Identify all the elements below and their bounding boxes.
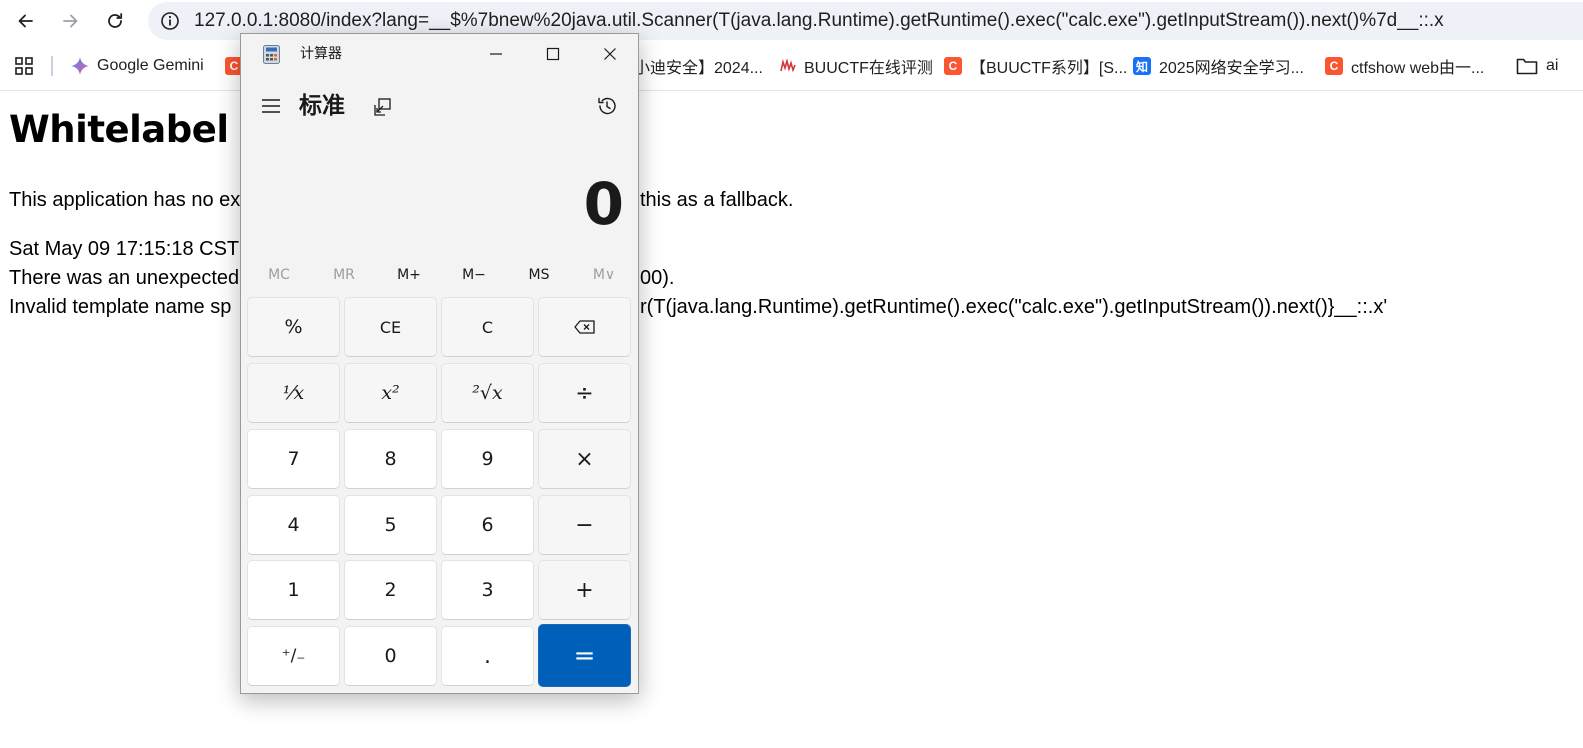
calculator-app-icon [263, 45, 280, 64]
add-button[interactable]: + [538, 560, 631, 620]
bookmark-label: BUUCTF在线评测 [804, 60, 933, 77]
close-icon [603, 48, 616, 60]
history-icon [598, 97, 616, 115]
bookmark-label: 2025网络安全学习... [1159, 60, 1304, 77]
clear-button[interactable]: C [441, 297, 534, 357]
calculator-window: 计算器 标准 0 MC MR M+ M− MS M∨ % CE C ⅟x x² … [240, 33, 639, 694]
backspace-button[interactable] [538, 297, 631, 357]
bookmark-ctfshow-web[interactable]: C ctfshow web由一... [1325, 54, 1484, 78]
forward-button[interactable] [56, 7, 84, 35]
apps-icon[interactable] [14, 54, 34, 78]
folder-icon [1516, 57, 1538, 75]
history-button[interactable] [593, 92, 621, 120]
page-text-line-4a: Invalid template name sp [9, 296, 232, 318]
page-text-line-3a: There was an unexpected [9, 267, 240, 289]
calculator-window-title: 计算器 [300, 46, 342, 62]
csdn-icon: C [944, 57, 962, 75]
reload-icon [108, 13, 123, 28]
bookmark-buuctf-series[interactable]: C 【BUUCTF系列】[S... [944, 54, 1127, 78]
maximize-button[interactable] [524, 34, 581, 74]
bookmark-buuctf[interactable]: BUUCTF在线评测 [780, 54, 933, 78]
memory-add-button[interactable]: M+ [377, 256, 441, 294]
percent-button[interactable]: % [247, 297, 340, 357]
close-button[interactable] [581, 34, 638, 74]
digit-4-button[interactable]: 4 [247, 495, 340, 555]
back-button[interactable] [12, 7, 40, 35]
gemini-icon [71, 57, 89, 75]
minimize-icon [489, 53, 502, 55]
digit-7-button[interactable]: 7 [247, 429, 340, 489]
page-text-line-1a: This application has no ex [9, 189, 241, 211]
hamburger-icon [262, 99, 280, 113]
decimal-button[interactable]: . [441, 626, 534, 686]
negate-button[interactable]: ⁺/₋ [247, 626, 340, 686]
bookmark-label: Google Gemini [97, 57, 204, 74]
arrow-left-icon [18, 14, 33, 28]
navigation-menu-button[interactable] [259, 94, 283, 118]
site-info-icon[interactable] [158, 9, 182, 33]
minimize-button[interactable] [467, 34, 524, 74]
bookmarks-bar: Google Gemini C 小迪安全】2024... BUUCTF在线评测 … [0, 42, 1583, 91]
backspace-icon [573, 320, 595, 334]
multiply-button[interactable]: × [538, 429, 631, 489]
bookmarks-separator [51, 56, 53, 76]
keep-on-top-button[interactable] [369, 94, 395, 120]
digit-6-button[interactable]: 6 [441, 495, 534, 555]
equals-button[interactable]: = [538, 624, 631, 687]
bookmark-folder-ai[interactable]: ai [1516, 54, 1558, 78]
memory-recall-button[interactable]: MR [312, 256, 376, 294]
page-content: Whitelabel E This application has no ex … [0, 91, 1583, 748]
digit-8-button[interactable]: 8 [344, 429, 437, 489]
bookmark-label: 小迪安全】2024... [634, 60, 763, 77]
memory-subtract-button[interactable]: M− [442, 256, 506, 294]
bookmark-network-security[interactable]: 知 2025网络安全学习... [1133, 54, 1304, 78]
page-timestamp: Sat May 09 17:15:18 CST 2 [9, 238, 256, 260]
csdn-icon: C [1325, 57, 1343, 75]
digit-9-button[interactable]: 9 [441, 429, 534, 489]
browser-toolbar: 127.0.0.1:8080/index?lang=__$%7bnew%20ja… [0, 0, 1583, 42]
memory-row: MC MR M+ M− MS M∨ [247, 256, 637, 294]
page-text-line-4b: r(T(java.lang.Runtime).getRuntime().exec… [640, 296, 1388, 318]
digit-5-button[interactable]: 5 [344, 495, 437, 555]
subtract-button[interactable]: − [538, 495, 631, 555]
digit-1-button[interactable]: 1 [247, 560, 340, 620]
page-text-line-3b: 00). [640, 267, 675, 289]
buuctf-icon [780, 57, 796, 75]
calculator-display: 0 [583, 170, 624, 238]
memory-store-button[interactable]: MS [507, 256, 571, 294]
calculator-header: 标准 [241, 86, 638, 126]
bookmark-label: ai [1546, 57, 1559, 74]
calculator-mode-title: 标准 [299, 93, 345, 119]
divide-button[interactable]: ÷ [538, 363, 631, 423]
memory-clear-button[interactable]: MC [247, 256, 311, 294]
digit-3-button[interactable]: 3 [441, 560, 534, 620]
memory-list-button[interactable]: M∨ [572, 256, 636, 294]
page-text-line-1b: this as a fallback. [640, 189, 794, 211]
clear-entry-button[interactable]: CE [344, 297, 437, 357]
square-button[interactable]: x² [344, 363, 437, 423]
calculator-titlebar[interactable]: 计算器 [241, 34, 638, 74]
reload-button[interactable] [101, 7, 129, 35]
bookmark-google-gemini[interactable]: Google Gemini [71, 54, 204, 78]
bookmark-label: ctfshow web由一... [1351, 60, 1485, 77]
digit-2-button[interactable]: 2 [344, 560, 437, 620]
reciprocal-button[interactable]: ⅟x [247, 363, 340, 423]
page-title: Whitelabel E [9, 108, 266, 151]
bookmark-label: 【BUUCTF系列】[S... [970, 60, 1128, 77]
zhihu-icon: 知 [1133, 57, 1151, 75]
maximize-icon [546, 47, 559, 61]
square-root-button[interactable]: ²√x [441, 363, 534, 423]
keep-on-top-icon [374, 98, 391, 116]
bookmark-xiaodi-security[interactable]: 小迪安全】2024... [634, 54, 763, 78]
digit-0-button[interactable]: 0 [344, 626, 437, 686]
arrow-right-icon [63, 14, 78, 28]
